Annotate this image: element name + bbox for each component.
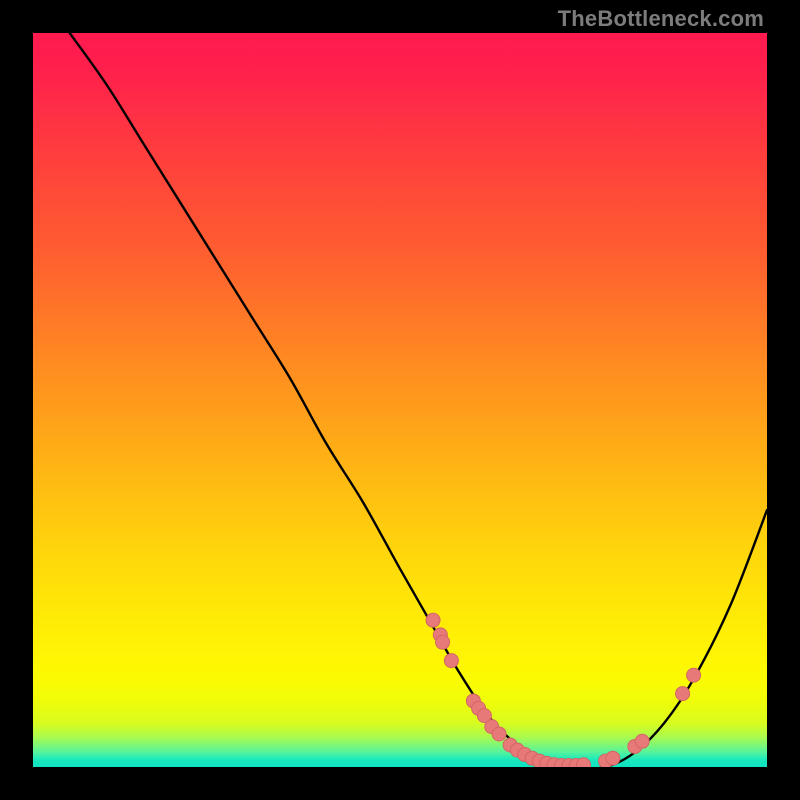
data-marker — [577, 758, 591, 767]
data-marker — [687, 668, 701, 682]
data-marker — [676, 687, 690, 701]
data-marker — [606, 751, 620, 765]
data-markers — [426, 613, 701, 767]
chart-overlay — [33, 33, 767, 767]
bottleneck-curve — [70, 33, 767, 767]
chart-frame: TheBottleneck.com — [0, 0, 800, 800]
data-marker — [444, 654, 458, 668]
data-marker — [436, 635, 450, 649]
data-marker — [492, 727, 506, 741]
data-marker — [635, 734, 649, 748]
attribution-text: TheBottleneck.com — [558, 6, 764, 32]
data-marker — [426, 613, 440, 627]
plot-area — [33, 33, 767, 767]
